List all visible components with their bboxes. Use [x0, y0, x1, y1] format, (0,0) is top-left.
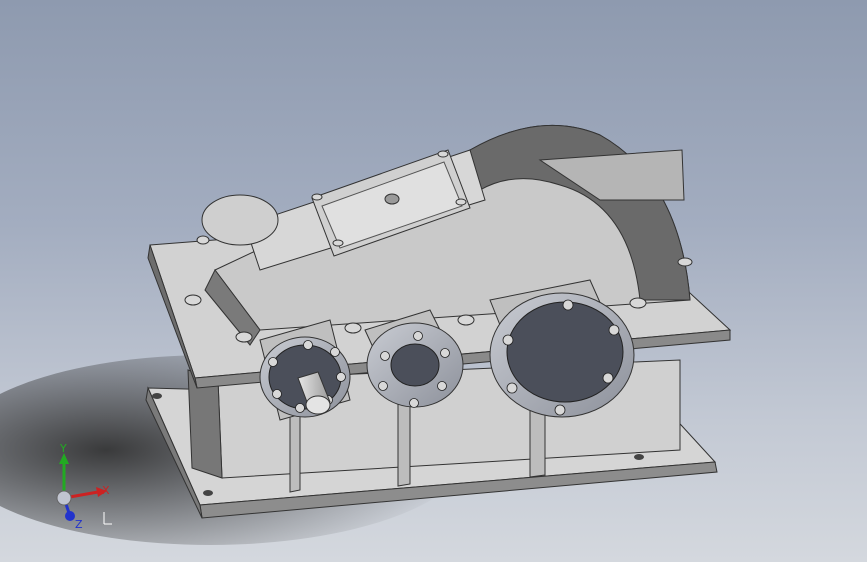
- orientation-triad[interactable]: Y X Z: [40, 440, 130, 540]
- z-axis-arrow: [65, 511, 75, 521]
- y-axis-label: Y: [59, 442, 67, 455]
- vent-plug: [384, 193, 400, 205]
- graphics-viewport[interactable]: Y X Z: [0, 0, 867, 562]
- triad-origin: [56, 490, 72, 506]
- rear-bearing-cap: [201, 194, 279, 246]
- z-axis-label: Z: [75, 518, 83, 531]
- x-axis-label: X: [102, 484, 110, 497]
- coordinate-corner-icon: [103, 512, 112, 525]
- gear-reducer-model[interactable]: [0, 0, 867, 562]
